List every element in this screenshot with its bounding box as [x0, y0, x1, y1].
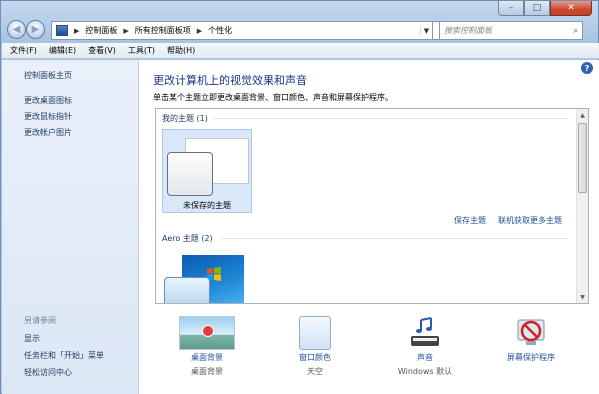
desktop-background-value: 桌面背景	[191, 367, 223, 376]
divider	[222, 238, 568, 239]
close-button[interactable]: ✕	[550, 1, 592, 16]
main-content: ? 更改计算机上的视觉效果和声音 单击某个主题立即更改桌面背景、窗口颜色、声音和…	[139, 60, 599, 394]
search-placeholder: 搜索控制面板	[444, 26, 492, 35]
desktop-background-link[interactable]: 桌面背景	[167, 352, 247, 363]
screensaver-setting[interactable]: 屏幕保护程序	[491, 316, 571, 366]
address-bar[interactable]: ▶ 控制面板 ▶ 所有控制面板项 ▶ 个性化 ▼	[51, 21, 433, 40]
window-frame: – □ ✕ ◀ ▶ ▶ 控制面板 ▶ 所有控制面板项 ▶ 个性化 ▼ ↻ 搜索控…	[0, 0, 599, 394]
aero-theme-window-preview	[164, 277, 210, 303]
theme-gallery: 我的主题 (1) 未保存的主题 保存主题 联机获取更多主题 Aero 主题 (2…	[155, 108, 589, 304]
get-more-themes-link[interactable]: 联机获取更多主题	[498, 215, 562, 226]
sound-value: Windows 默认	[397, 367, 453, 376]
music-notes-icon	[411, 317, 439, 346]
my-themes-header: 我的主题 (1)	[162, 114, 208, 123]
desktop-background-icon[interactable]	[179, 316, 235, 350]
sidebar-control-panel-home[interactable]: 控制面板主页	[24, 70, 72, 81]
breadcrumb-all-items[interactable]: 所有控制面板项	[135, 25, 191, 36]
window-color-value: 天空	[307, 367, 323, 376]
menu-tools[interactable]: 工具(T)	[128, 45, 155, 56]
breadcrumb-control-panel[interactable]: 控制面板	[85, 25, 117, 36]
scroll-down-icon[interactable]: ▼	[577, 291, 588, 303]
flower-icon	[202, 325, 214, 337]
gallery-scrollbar[interactable]: ▲ ▼	[576, 109, 588, 303]
sidebar-item-taskbar[interactable]: 任务栏和「开始」菜单	[24, 350, 104, 361]
theme-tile-unsaved[interactable]: 未保存的主题	[162, 129, 252, 213]
window-color-icon[interactable]	[299, 316, 331, 350]
breadcrumb-separator-icon[interactable]: ▶	[74, 27, 79, 35]
sidebar-item-ease-of-access[interactable]: 轻松访问中心	[24, 367, 72, 378]
menu-bar: 文件(F) 编辑(E) 查看(V) 工具(T) 帮助(H)	[2, 43, 599, 59]
navigation-bar: ◀ ▶ ▶ 控制面板 ▶ 所有控制面板项 ▶ 个性化 ▼ ↻ 搜索控制面板 ⌕	[5, 19, 595, 43]
sidebar: 控制面板主页 更改桌面图标 更改鼠标指针 更改帐户图片 另请参阅 显示 任务栏和…	[2, 60, 139, 394]
breadcrumb-separator-icon[interactable]: ▶	[123, 27, 128, 35]
sidebar-item-desktop-icons[interactable]: 更改桌面图标	[24, 95, 72, 106]
sound-icon[interactable]	[407, 316, 443, 350]
breadcrumb-personalization[interactable]: 个性化	[208, 25, 232, 36]
aero-themes-header: Aero 主题 (2)	[162, 234, 213, 243]
help-icon[interactable]: ?	[581, 62, 593, 74]
theme-tile-label: 未保存的主题	[183, 201, 231, 210]
desktop-background-setting[interactable]: 桌面背景 桌面背景	[167, 316, 247, 377]
screensaver-icon[interactable]	[514, 316, 548, 350]
scrollbar-thumb[interactable]	[578, 123, 587, 193]
control-panel-icon	[56, 25, 68, 36]
menu-file[interactable]: 文件(F)	[10, 45, 37, 56]
divider	[214, 118, 568, 119]
window-color-setting[interactable]: 窗口颜色 天空	[275, 316, 355, 377]
sidebar-item-account-picture[interactable]: 更改帐户图片	[24, 127, 72, 138]
forward-button[interactable]: ▶	[26, 20, 45, 39]
save-theme-link[interactable]: 保存主题	[454, 215, 486, 226]
see-also-label: 另请参阅	[24, 316, 56, 325]
menu-view[interactable]: 查看(V)	[88, 45, 116, 56]
window-controls: – □ ✕	[498, 1, 592, 16]
sound-link[interactable]: 声音	[385, 352, 465, 363]
search-input[interactable]: 搜索控制面板 ⌕	[439, 21, 583, 40]
minimize-button[interactable]: –	[498, 1, 524, 16]
address-dropdown-icon[interactable]: ▼	[420, 26, 432, 35]
screensaver-link[interactable]: 屏幕保护程序	[491, 352, 571, 363]
window-color-link[interactable]: 窗口颜色	[275, 352, 355, 363]
theme-preview-front	[167, 152, 213, 196]
breadcrumb-separator-icon[interactable]: ▶	[197, 27, 202, 35]
no-screensaver-icon	[517, 319, 545, 345]
back-button[interactable]: ◀	[7, 20, 26, 39]
menu-edit[interactable]: 编辑(E)	[49, 45, 76, 56]
scroll-up-icon[interactable]: ▲	[577, 109, 588, 121]
menu-help[interactable]: 帮助(H)	[167, 45, 195, 56]
search-icon[interactable]: ⌕	[573, 26, 578, 36]
sound-setting[interactable]: 声音 Windows 默认	[385, 316, 465, 377]
page-subtitle: 单击某个主题立即更改桌面背景、窗口颜色、声音和屏幕保护程序。	[153, 93, 393, 102]
page-title: 更改计算机上的视觉效果和声音	[153, 74, 307, 87]
maximize-button[interactable]: □	[524, 1, 550, 16]
sidebar-item-mouse-pointer[interactable]: 更改鼠标指针	[24, 111, 72, 122]
sidebar-item-display[interactable]: 显示	[24, 333, 40, 344]
